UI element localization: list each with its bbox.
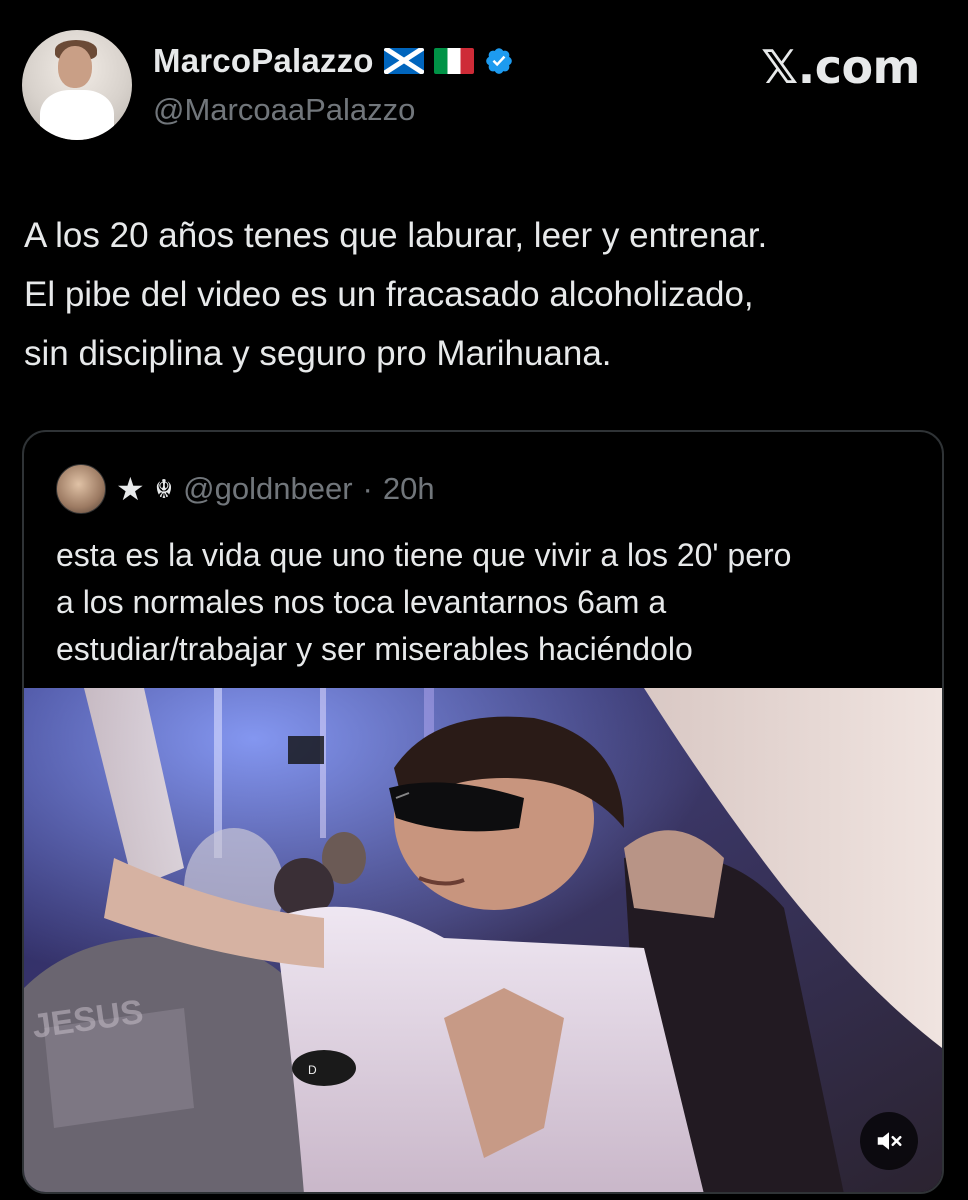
quoted-author-avatar[interactable] [56, 464, 106, 514]
italy-flag-icon [433, 48, 474, 74]
speaker-muted-icon [877, 1132, 902, 1150]
svg-text:D: D [308, 1063, 317, 1077]
emblem-badge-icon: ☬ [154, 473, 174, 504]
quoted-video-player[interactable]: D JESUS [24, 688, 942, 1192]
quoted-author-handle[interactable]: @goldnbeer [183, 471, 352, 507]
quoted-tweet-card[interactable]: ★ ☬ @goldnbeer · 20h esta es la vida que u… [22, 430, 944, 1194]
tweet-text-line: El pibe del video es un fracasado alcoho… [24, 275, 754, 314]
star-badge-icon: ★ [116, 471, 145, 507]
author-display-name[interactable]: MarcoPalazzo [153, 42, 374, 80]
x-brand-logo: 𝕏.com [761, 40, 920, 94]
tweet-text: A los 20 años tenes que laburar, leer y … [24, 206, 948, 383]
tweet-text-line: A los 20 años tenes que laburar, leer y … [24, 216, 768, 255]
quoted-text-line: estudiar/trabajar y ser miserables hacié… [56, 631, 693, 667]
mute-toggle-button[interactable] [860, 1112, 918, 1170]
video-frame-image: D JESUS [24, 688, 942, 1192]
quoted-text-line: esta es la vida que uno tiene que vivir … [56, 537, 792, 573]
quoted-tweet-header: ★ ☬ @goldnbeer · 20h [56, 464, 435, 514]
author-handle[interactable]: @MarcoaaPalazzo [153, 92, 415, 128]
tweet-screenshot: MarcoPalazzo @MarcoaaPalazzo 𝕏.com A los… [0, 0, 968, 1200]
separator-dot: · [362, 471, 373, 506]
tweet-header: MarcoPalazzo @MarcoaaPalazzo 𝕏.com [22, 30, 946, 142]
quoted-timestamp[interactable]: 20h [383, 471, 435, 507]
author-name-row: MarcoPalazzo [153, 42, 514, 80]
author-avatar[interactable] [22, 30, 132, 140]
scotland-flag-icon [383, 48, 424, 74]
tweet-text-line: sin disciplina y seguro pro Marihuana. [24, 334, 612, 373]
quoted-text-line: a los normales nos toca levantarnos 6am … [56, 584, 667, 620]
quoted-tweet-text: esta es la vida que uno tiene que vivir … [56, 532, 926, 673]
verified-badge-icon [485, 48, 512, 74]
